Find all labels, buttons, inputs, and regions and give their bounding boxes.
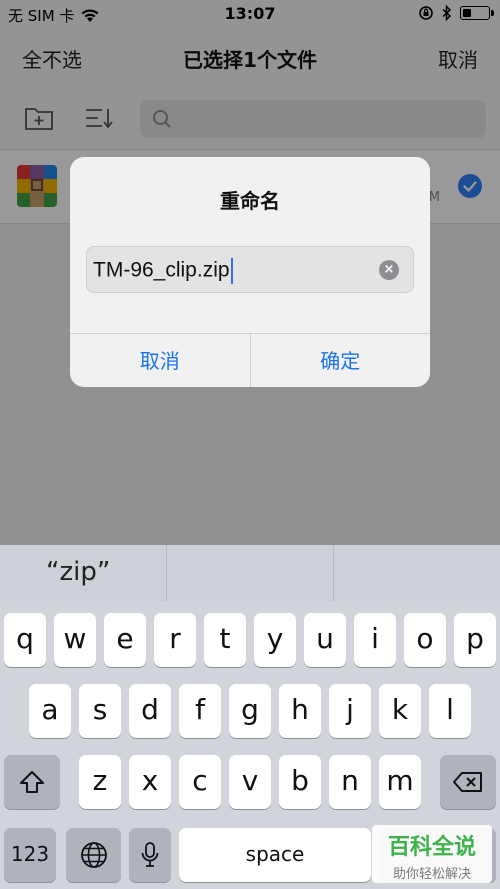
key-l[interactable]: l: [429, 684, 471, 738]
key-r[interactable]: r: [154, 613, 196, 667]
suggestion-1[interactable]: “zip”: [0, 545, 166, 601]
key-p[interactable]: p: [454, 613, 496, 667]
watermark-title: 百科全说: [387, 835, 476, 860]
keyboard: “zip” q w e r t y u i o p a s d f g h j …: [0, 545, 500, 889]
key-q[interactable]: q: [4, 613, 46, 667]
microphone-icon: [141, 842, 159, 867]
key-i[interactable]: i: [354, 613, 396, 667]
numbers-key[interactable]: 123: [4, 828, 56, 882]
key-e[interactable]: e: [104, 613, 146, 667]
key-d[interactable]: d: [129, 684, 171, 738]
key-k[interactable]: k: [379, 684, 421, 738]
key-y[interactable]: y: [254, 613, 296, 667]
key-w[interactable]: w: [54, 613, 96, 667]
dictation-key[interactable]: [129, 828, 171, 882]
rename-dialog: 重命名 TM-96_clip.zip × 取消 确定: [70, 157, 430, 387]
key-z[interactable]: z: [79, 755, 121, 809]
globe-icon: [80, 842, 107, 868]
key-f[interactable]: f: [179, 684, 221, 738]
shift-icon: [20, 771, 44, 793]
key-v[interactable]: v: [229, 755, 271, 809]
dialog-cancel-button[interactable]: 取消: [70, 334, 250, 387]
watermark-logo: 百科全说 助你轻松解决: [372, 825, 492, 883]
key-h[interactable]: h: [279, 684, 321, 738]
key-u[interactable]: u: [304, 613, 346, 667]
clear-text-icon[interactable]: ×: [379, 260, 399, 280]
watermark-subtitle: 助你轻松解决: [392, 867, 471, 882]
shift-key[interactable]: [4, 755, 60, 809]
suggestion-bar: “zip”: [0, 545, 500, 601]
dialog-confirm-button[interactable]: 确定: [249, 334, 431, 387]
key-a[interactable]: a: [29, 684, 71, 738]
dialog-actions: 取消 确定: [70, 333, 430, 387]
dialog-title: 重命名: [220, 189, 280, 213]
key-j[interactable]: j: [329, 684, 371, 738]
key-x[interactable]: x: [129, 755, 171, 809]
key-b[interactable]: b: [279, 755, 321, 809]
backspace-icon: [453, 772, 482, 792]
globe-key[interactable]: [66, 828, 121, 882]
text-caret: [230, 258, 233, 284]
suggestion-3[interactable]: [333, 545, 500, 601]
key-c[interactable]: c: [179, 755, 221, 809]
space-key[interactable]: space: [179, 828, 371, 882]
filename-input-value: TM-96_clip.zip: [93, 258, 233, 284]
delete-key[interactable]: [440, 755, 496, 809]
key-t[interactable]: t: [204, 613, 246, 667]
filename-input[interactable]: TM-96_clip.zip ×: [86, 246, 414, 293]
key-n[interactable]: n: [329, 755, 371, 809]
suggestion-2[interactable]: [166, 545, 333, 601]
key-m[interactable]: m: [379, 755, 421, 809]
key-g[interactable]: g: [229, 684, 271, 738]
key-o[interactable]: o: [404, 613, 446, 667]
key-s[interactable]: s: [79, 684, 121, 738]
